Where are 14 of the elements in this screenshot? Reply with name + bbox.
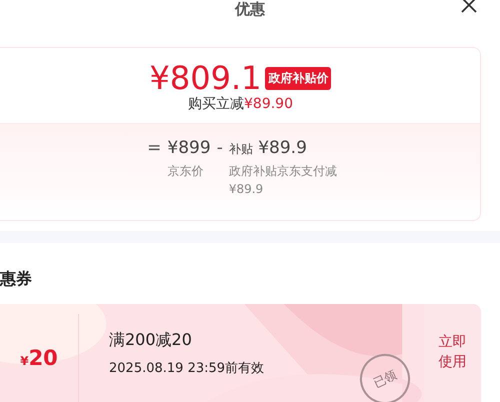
equals-sign: =: [147, 138, 162, 158]
coupon-rule: 满200减20: [109, 330, 192, 351]
subsidy-caption: 政府补贴京东支付减¥89.9: [228, 163, 338, 198]
sheet-title: 优惠: [235, 0, 265, 18]
base-price-caption: 京东价: [167, 163, 204, 180]
coupon-value: ¥20: [20, 346, 58, 370]
coupon-expiry: 2025.08.19 23:59前有效: [109, 360, 264, 377]
subsidy-price-badge: 政府补贴价: [265, 66, 332, 90]
final-price: ¥809.1: [150, 61, 262, 95]
use-now-button[interactable]: 立即使用: [424, 304, 481, 402]
minus-sign: -: [216, 138, 223, 158]
subsidy-amount: 补贴 ¥89.9: [228, 138, 308, 158]
instant-discount-text: 购买立减¥89.90: [188, 95, 293, 113]
base-price: ¥899: [167, 138, 211, 158]
